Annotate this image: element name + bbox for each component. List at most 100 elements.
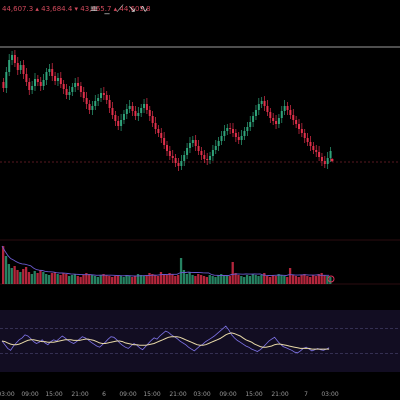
candle bbox=[266, 106, 269, 112]
candle bbox=[183, 155, 186, 161]
volume-bar bbox=[179, 258, 183, 284]
volume-bar bbox=[19, 272, 22, 284]
volume-bar bbox=[306, 276, 309, 284]
volume-bar bbox=[294, 276, 297, 284]
candle bbox=[186, 148, 189, 155]
volume-bar bbox=[131, 277, 134, 284]
volume-bar bbox=[320, 273, 323, 284]
candle bbox=[108, 100, 111, 108]
volume-bar bbox=[65, 274, 68, 284]
candle bbox=[275, 121, 278, 124]
volume-bar bbox=[200, 275, 203, 284]
volume-bar bbox=[228, 276, 231, 284]
candle bbox=[260, 101, 263, 104]
x-axis-label: 15:00 bbox=[143, 391, 160, 398]
volume-bar bbox=[185, 274, 188, 284]
candle bbox=[28, 82, 31, 90]
volume-bar bbox=[231, 262, 234, 284]
candle bbox=[309, 142, 312, 146]
volume-bar bbox=[165, 275, 168, 284]
x-axis-label: 21:00 bbox=[271, 391, 288, 398]
volume-bar bbox=[45, 274, 48, 284]
candle bbox=[45, 72, 48, 80]
candle bbox=[74, 83, 77, 87]
volume-bar bbox=[245, 275, 249, 284]
x-axis-label: 09:00 bbox=[219, 391, 236, 398]
volume-bar bbox=[30, 274, 33, 284]
volume-bar bbox=[303, 274, 306, 284]
volume-bar bbox=[39, 270, 42, 284]
candle bbox=[102, 93, 105, 95]
candle bbox=[79, 86, 82, 92]
volume-bar bbox=[174, 276, 177, 284]
candle bbox=[180, 161, 183, 166]
volume-bar bbox=[314, 276, 318, 284]
volume-bar bbox=[234, 273, 237, 284]
volume-bar bbox=[148, 273, 151, 284]
candle bbox=[211, 150, 214, 156]
candle bbox=[223, 131, 226, 136]
candle bbox=[257, 104, 260, 110]
candle bbox=[105, 95, 108, 100]
candle bbox=[194, 140, 197, 146]
volume-bar bbox=[225, 275, 229, 284]
candle bbox=[240, 136, 243, 140]
candle bbox=[122, 114, 125, 120]
volume-bar bbox=[274, 276, 277, 284]
x-axis-label: 7 bbox=[304, 391, 308, 398]
volume-bar bbox=[16, 270, 19, 284]
candle bbox=[128, 106, 131, 109]
candle bbox=[157, 129, 160, 133]
volume-bar bbox=[188, 272, 191, 284]
candle bbox=[16, 63, 19, 70]
volume-bar bbox=[50, 273, 54, 284]
candle bbox=[171, 156, 174, 158]
volume-bar bbox=[191, 275, 194, 284]
candle bbox=[203, 155, 206, 159]
volume-bar bbox=[4, 256, 8, 284]
volume-bar bbox=[122, 277, 125, 284]
candle bbox=[125, 109, 128, 114]
candle bbox=[217, 141, 220, 146]
volume-bar bbox=[297, 277, 300, 284]
volume-bar bbox=[291, 275, 295, 284]
candle bbox=[312, 146, 315, 150]
candle bbox=[160, 133, 163, 138]
candle bbox=[323, 161, 326, 164]
candle bbox=[168, 151, 171, 156]
volume-bar bbox=[208, 275, 211, 284]
candle bbox=[134, 111, 137, 116]
volume-bar bbox=[177, 275, 180, 284]
volume-bar bbox=[36, 273, 39, 284]
volume-bar bbox=[125, 275, 128, 284]
volume-bar bbox=[96, 277, 99, 284]
volume-bar bbox=[99, 275, 102, 284]
volume-bar bbox=[134, 276, 137, 284]
volume-bar bbox=[202, 276, 206, 284]
volume-bar bbox=[22, 269, 25, 284]
volume-bar bbox=[10, 268, 13, 284]
price-chart-area[interactable]: 03:00 09:00 15:00 21:00 6 09:00 15:00 21:00 03:0… bbox=[0, 0, 400, 400]
volume-bar bbox=[243, 277, 246, 284]
volume-bar bbox=[323, 275, 326, 284]
candle bbox=[154, 123, 157, 129]
candle bbox=[226, 128, 229, 131]
candle bbox=[269, 112, 272, 118]
candle bbox=[163, 138, 166, 145]
candle bbox=[120, 120, 123, 126]
candle bbox=[54, 76, 57, 81]
candle bbox=[111, 108, 114, 115]
candle bbox=[206, 159, 209, 160]
candle bbox=[62, 84, 65, 89]
volume-bar bbox=[7, 264, 11, 284]
volume-bar bbox=[286, 277, 289, 284]
volume-bar bbox=[211, 276, 214, 284]
candle bbox=[303, 133, 306, 138]
volume-bar bbox=[266, 276, 269, 284]
candle bbox=[283, 106, 286, 111]
volume-bar bbox=[217, 275, 220, 284]
volume-bar bbox=[171, 274, 174, 284]
volume-bar bbox=[214, 277, 217, 284]
volume-bar bbox=[288, 268, 292, 284]
candle bbox=[326, 158, 329, 164]
